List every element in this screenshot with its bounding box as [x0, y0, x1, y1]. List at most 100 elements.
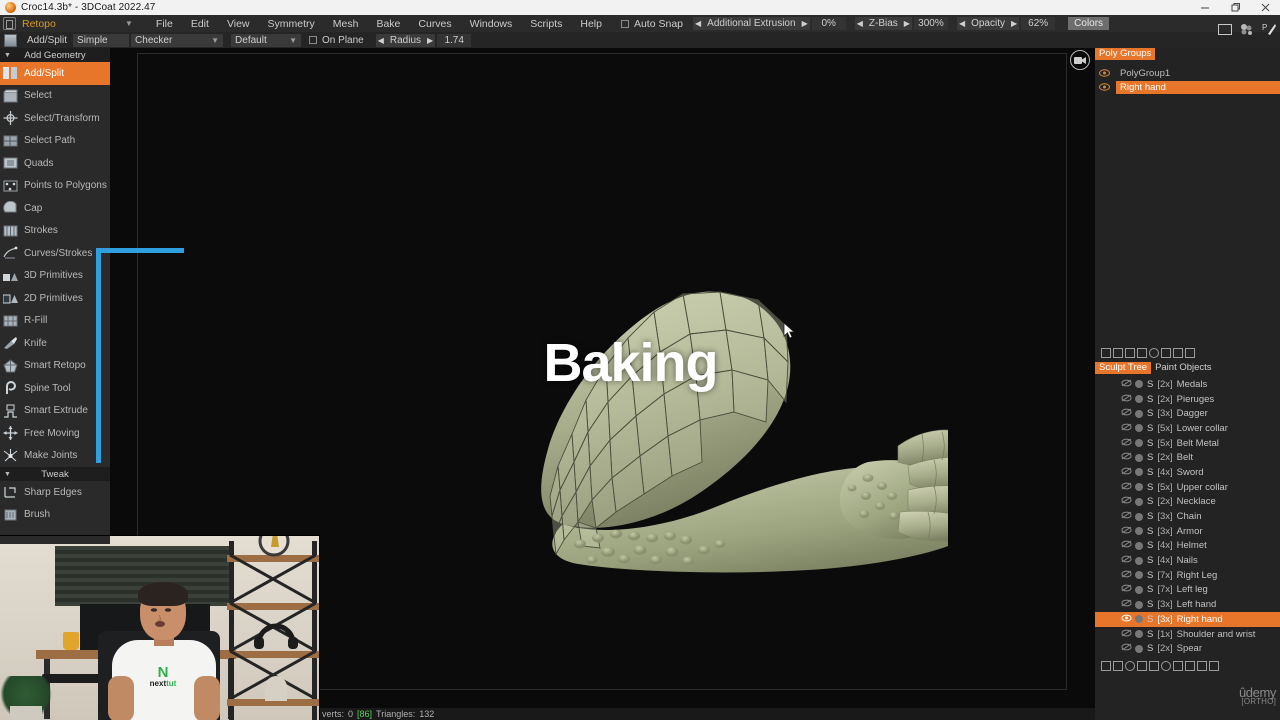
target-icon[interactable] — [1149, 347, 1159, 358]
eye-off-icon[interactable] — [1121, 467, 1133, 478]
list-item[interactable]: S [3x] Dagger — [1095, 406, 1280, 421]
eye-off-icon[interactable] — [1121, 438, 1133, 449]
sidebar-item-cap[interactable]: Cap — [0, 197, 110, 220]
shader-dropdown[interactable]: Checker ▼ — [131, 33, 224, 47]
list-item[interactable]: S [2x] Spear — [1095, 641, 1280, 656]
viewport-layout-icon[interactable] — [1218, 22, 1232, 40]
eye-off-icon[interactable] — [1121, 526, 1133, 537]
camera-icon[interactable] — [1070, 50, 1090, 70]
radius-value[interactable]: 1.74 — [437, 33, 472, 47]
eye-off-icon[interactable] — [1121, 452, 1133, 463]
sidebar-item-points-to-polygons[interactable]: Points to Polygons — [0, 175, 110, 198]
materials-icon[interactable] — [1239, 22, 1255, 40]
eye-off-icon[interactable] — [1121, 599, 1133, 610]
layer-color-dot[interactable] — [1135, 409, 1143, 418]
layer-color-dot[interactable] — [1135, 439, 1143, 448]
fill-icon[interactable] — [1161, 347, 1171, 358]
list-item[interactable]: S [3x] Armor — [1095, 524, 1280, 539]
menu-item-edit[interactable]: Edit — [182, 18, 218, 30]
sidebar-item-curves-strokes[interactable]: Curves/Strokes — [0, 242, 110, 265]
workspace-selector[interactable]: Retopo — [20, 18, 125, 30]
layer-color-dot[interactable] — [1135, 380, 1143, 389]
layer-color-dot[interactable] — [1135, 483, 1143, 492]
mode-dropdown[interactable]: Simple — [73, 33, 130, 47]
add-layer-icon[interactable] — [1101, 347, 1111, 358]
target-icon[interactable] — [1161, 660, 1171, 671]
eye-off-icon[interactable] — [1121, 555, 1133, 566]
menu-item-symmetry[interactable]: Symmetry — [259, 18, 324, 30]
eye-off-icon[interactable] — [1121, 496, 1133, 507]
eye-off-icon[interactable] — [1121, 379, 1133, 390]
layer-color-dot[interactable] — [1135, 630, 1143, 639]
left-arrow-icon[interactable]: ◀ — [693, 19, 703, 28]
list-item[interactable]: S [7x] Right Leg — [1095, 568, 1280, 583]
auto-snap-checkbox[interactable]: Auto Snap — [620, 18, 683, 30]
sidebar-item-3d-primitives[interactable]: 3D Primitives — [0, 265, 110, 288]
menu-item-view[interactable]: View — [218, 18, 259, 30]
layer-color-dot[interactable] — [1135, 424, 1143, 433]
export-icon[interactable] — [1209, 660, 1219, 671]
eye-off-icon[interactable] — [1121, 540, 1133, 551]
tab-poly-groups[interactable]: Poly Groups — [1095, 48, 1156, 60]
eye-off-icon[interactable] — [1121, 511, 1133, 522]
left-arrow-icon[interactable]: ◀ — [957, 19, 967, 28]
layer-color-dot[interactable] — [1135, 541, 1143, 550]
list-item[interactable]: S [4x] Sword — [1095, 465, 1280, 480]
radius-slider[interactable]: ◀ Radius ▶ — [375, 33, 436, 47]
add-geometry-section-header[interactable]: ▼ Add Geometry — [0, 48, 110, 62]
list-item[interactable]: S [3x] Left hand — [1095, 597, 1280, 612]
sidebar-item-smart-retopo[interactable]: Smart Retopo — [0, 355, 110, 378]
eye-off-icon[interactable] — [1121, 570, 1133, 581]
menu-item-windows[interactable]: Windows — [461, 18, 522, 30]
list-item[interactable]: S [2x] Medals — [1095, 377, 1280, 392]
clone-icon[interactable] — [1137, 660, 1147, 671]
chevron-down-icon[interactable]: ▼ — [211, 36, 219, 45]
z-bias-value[interactable]: 300% — [913, 17, 948, 30]
list-item[interactable]: S [5x] Belt Metal — [1095, 436, 1280, 451]
export-icon[interactable] — [1173, 347, 1183, 358]
list-item[interactable]: S [2x] Necklace — [1095, 495, 1280, 510]
sidebar-item-select-path[interactable]: Select Path — [0, 130, 110, 153]
sidebar-item-quads[interactable]: Quads — [0, 152, 110, 175]
list-item[interactable]: S [2x] Belt — [1095, 450, 1280, 465]
grid-icon[interactable] — [1125, 347, 1135, 358]
eye-off-icon[interactable] — [1121, 408, 1133, 419]
sidebar-item-smart-extrude[interactable]: Smart Extrude — [0, 400, 110, 423]
menu-item-scripts[interactable]: Scripts — [521, 18, 571, 30]
sidebar-item-select[interactable]: Select — [0, 85, 110, 108]
poly-group-row[interactable]: Right hand — [1095, 80, 1280, 94]
layer-color-dot[interactable] — [1135, 512, 1143, 521]
merge-icon[interactable] — [1137, 347, 1147, 358]
tab-paint-objects[interactable]: Paint Objects — [1151, 362, 1216, 374]
list-item-selected[interactable]: S [3x] Right hand — [1095, 612, 1280, 627]
list-item[interactable]: S [1x] Shoulder and wrist — [1095, 627, 1280, 642]
layer-color-dot[interactable] — [1135, 556, 1143, 565]
layer-color-dot[interactable] — [1135, 600, 1143, 609]
sidebar-item-strokes[interactable]: Strokes — [0, 220, 110, 243]
sidebar-item-brush[interactable]: Brush — [0, 504, 110, 527]
sidebar-item-free-moving[interactable]: Free Moving — [0, 422, 110, 445]
minimize-icon[interactable] — [1190, 0, 1220, 15]
paint-brush-icon[interactable]: P — [1262, 22, 1276, 40]
poly-group-row[interactable]: PolyGroup1 — [1095, 66, 1280, 80]
duplicate-layer-icon[interactable] — [1113, 660, 1123, 671]
menu-item-mesh[interactable]: Mesh — [324, 18, 368, 30]
menu-item-curves[interactable]: Curves — [409, 18, 460, 30]
eye-off-icon[interactable] — [1121, 394, 1133, 405]
list-item[interactable]: S [2x] Pieruges — [1095, 392, 1280, 407]
tab-sculpt-tree[interactable]: Sculpt Tree — [1095, 362, 1152, 374]
add-layer-icon[interactable] — [1101, 660, 1111, 671]
right-arrow-icon[interactable]: ▶ — [800, 19, 810, 28]
layer-color-dot[interactable] — [1135, 615, 1143, 624]
right-arrow-icon[interactable]: ▶ — [425, 36, 435, 45]
layer-color-dot[interactable] — [1135, 453, 1143, 462]
save-layer-icon[interactable] — [1149, 660, 1159, 671]
trash-icon[interactable] — [1197, 660, 1207, 671]
close-icon[interactable] — [1250, 0, 1280, 15]
layer-color-dot[interactable] — [1135, 497, 1143, 506]
circle-icon[interactable] — [1125, 660, 1135, 671]
additional-extrusion-slider[interactable]: ◀ Additional Extrusion ▶ — [693, 17, 810, 30]
eye-off-icon[interactable] — [1121, 423, 1133, 434]
duplicate-layer-icon[interactable] — [1113, 347, 1123, 358]
layer-color-dot[interactable] — [1135, 395, 1143, 404]
